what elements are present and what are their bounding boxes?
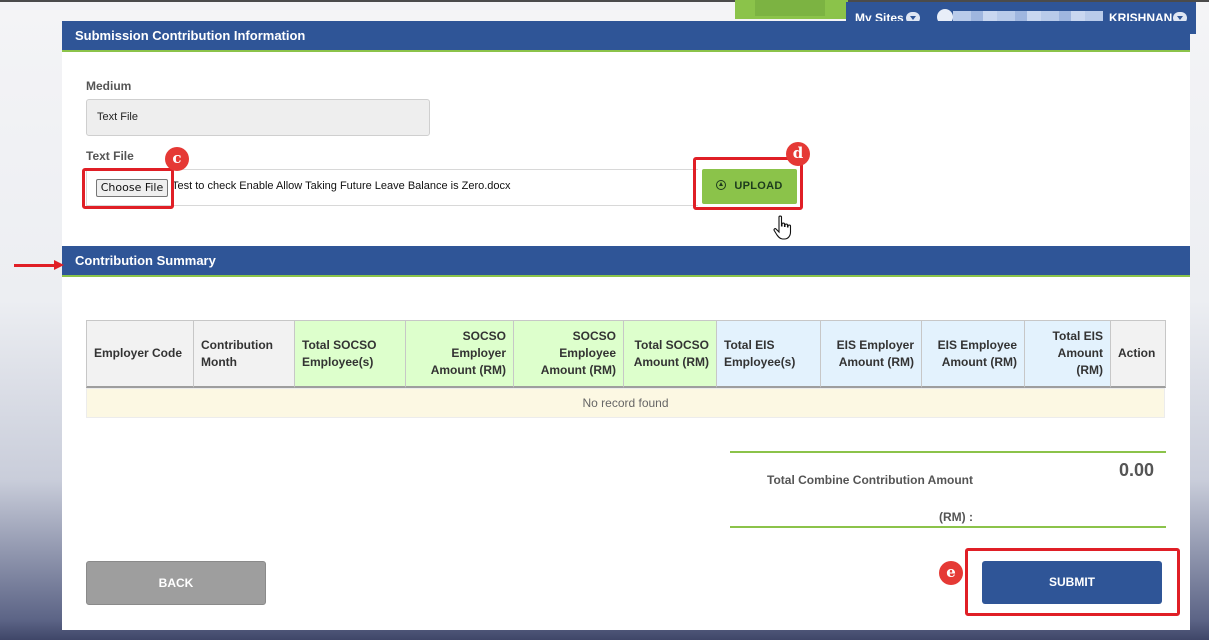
column-header[interactable]: EIS Employee Amount (RM) bbox=[922, 320, 1025, 388]
column-header[interactable]: SOCSO Employee Amount (RM) bbox=[514, 320, 624, 388]
main-panel: Submission Contribution Information Medi… bbox=[62, 21, 1190, 630]
column-header[interactable]: Total EIS Amount (RM) bbox=[1025, 320, 1111, 388]
column-header[interactable]: Employer Code bbox=[86, 320, 194, 388]
file-input[interactable]: Choose File Test to check Enable Allow T… bbox=[86, 169, 698, 206]
submission-section-header: Submission Contribution Information bbox=[62, 21, 1190, 52]
column-header[interactable]: SOCSO Employer Amount (RM) bbox=[406, 320, 514, 388]
text-file-label: Text File bbox=[86, 149, 134, 163]
total-unit-text: (RM) : bbox=[939, 510, 973, 524]
contribution-table: Employer Code Contribution Month Total S… bbox=[86, 320, 1166, 420]
annotation-marker-e: e bbox=[939, 561, 963, 585]
contribution-summary-header: Contribution Summary bbox=[62, 246, 1190, 277]
annotation-box-c bbox=[82, 168, 174, 209]
annotation-marker-c: c bbox=[165, 147, 189, 171]
column-header[interactable]: Total EIS Employee(s) bbox=[717, 320, 821, 388]
column-header[interactable]: Contribution Month bbox=[194, 320, 295, 388]
medium-label: Medium bbox=[86, 79, 132, 93]
annotation-box-d bbox=[693, 157, 803, 210]
column-header[interactable]: Total SOCSO Employee(s) bbox=[295, 320, 406, 388]
hand-cursor-icon bbox=[773, 215, 792, 240]
column-header: Action bbox=[1111, 320, 1166, 388]
annotation-box-e bbox=[965, 548, 1180, 616]
totals-divider bbox=[730, 451, 1166, 453]
medium-select[interactable]: Text File bbox=[86, 99, 430, 136]
selected-file-name: Test to check Enable Allow Taking Future… bbox=[172, 180, 511, 192]
total-combine-value: 0.00 bbox=[1118, 460, 1154, 480]
arrow-right-icon bbox=[54, 260, 64, 270]
annotation-arrow bbox=[14, 264, 58, 267]
site-banner bbox=[735, 0, 848, 19]
empty-table-message: No record found bbox=[86, 388, 1165, 418]
annotation-marker-d: d bbox=[786, 142, 810, 166]
column-header[interactable]: EIS Employer Amount (RM) bbox=[821, 320, 922, 388]
column-header[interactable]: Total SOCSO Amount (RM) bbox=[624, 320, 717, 388]
totals-divider bbox=[730, 526, 1166, 528]
total-label-text: Total Combine Contribution Amount bbox=[767, 473, 973, 487]
back-button[interactable]: BACK bbox=[86, 561, 266, 605]
total-combine-label: Total Combine Contribution Amount (RM) : bbox=[730, 462, 973, 536]
